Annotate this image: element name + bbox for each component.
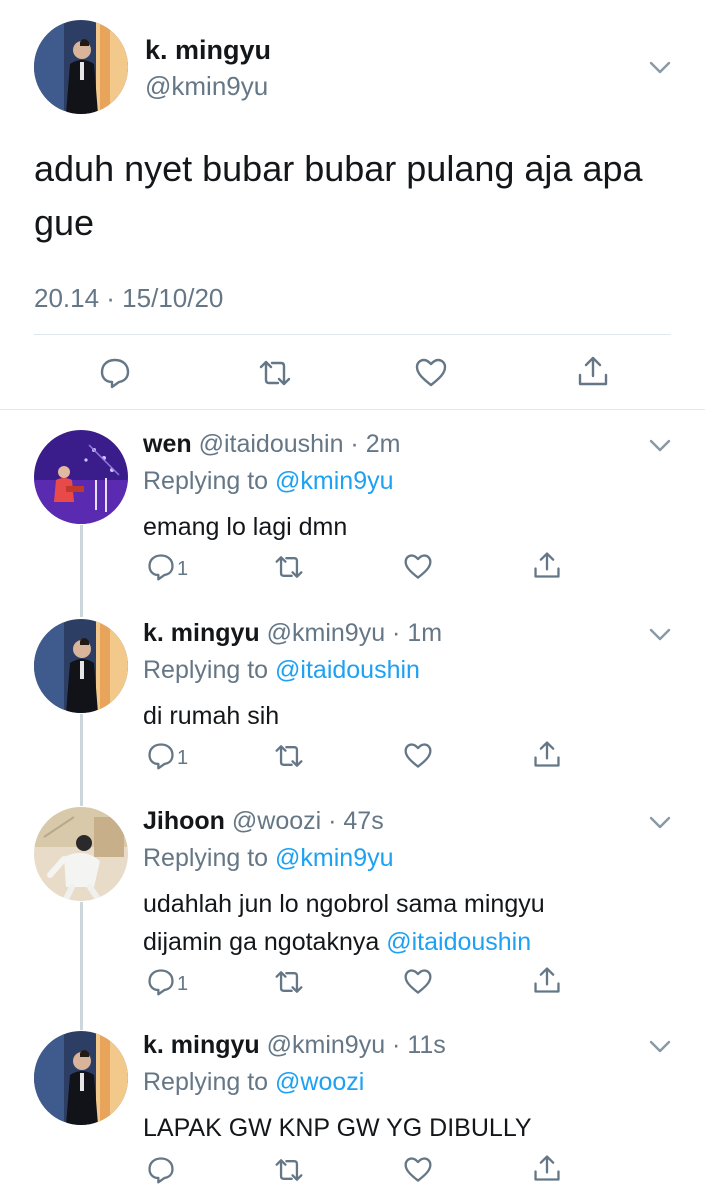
retweet-icon[interactable] (274, 1155, 304, 1185)
main-tweet: k. mingyu @kmin9yu aduh nyet bubar bubar… (0, 0, 705, 410)
tweet-text-body: emang lo lagi dmn (143, 513, 348, 541)
tweet-text: udahlah jun lo ngobrol sama mingyu dijam… (143, 885, 613, 961)
tweet-text: di rumah sih (143, 697, 663, 735)
tweet-thread-page: k. mingyu @kmin9yu aduh nyet bubar bubar… (0, 0, 705, 1200)
author-name[interactable]: Jihoon (143, 807, 225, 835)
share-icon[interactable] (532, 739, 562, 769)
replying-to: Replying to @kmin9yu (143, 467, 394, 496)
replying-to: Replying to @itaidoushin (143, 656, 420, 685)
author-name[interactable]: k. mingyu (145, 35, 271, 66)
replying-to-label: Replying to (143, 1068, 269, 1096)
mention-link[interactable]: @woozi (275, 1068, 364, 1096)
chevron-down-icon[interactable] (648, 815, 672, 831)
retweet-icon[interactable] (258, 356, 292, 390)
replying-to-label: Replying to (143, 467, 269, 495)
reply-tweet: wen @itaidoushin · 2m Replying to @kmin9… (0, 430, 705, 600)
author-meta[interactable]: @kmin9yu · 11s (267, 1031, 446, 1059)
reply-count: 1 (177, 558, 189, 580)
reply-icon[interactable] (146, 967, 176, 997)
like-icon[interactable] (403, 967, 433, 997)
tweet-text: aduh nyet bubar bubar pulang aja apa gue (34, 148, 643, 243)
reply-header: wen @itaidoushin · 2m (143, 430, 400, 459)
retweet-icon[interactable] (274, 552, 304, 582)
tweet-actions: 1 (0, 552, 705, 586)
tweet-text-body: LAPAK GW KNP GW YG DIBULLY (143, 1114, 532, 1142)
reply-icon[interactable] (146, 552, 176, 582)
chevron-down-icon[interactable] (648, 1039, 672, 1055)
reply-tweet: Jihoon @woozi · 47s Replying to @kmin9yu… (0, 807, 705, 1017)
like-icon[interactable] (403, 1155, 433, 1185)
reply-icon[interactable] (98, 356, 132, 390)
mention-link[interactable]: @kmin9yu (275, 844, 393, 872)
avatar[interactable] (34, 1031, 128, 1125)
like-icon[interactable] (403, 552, 433, 582)
replying-to-label: Replying to (143, 656, 269, 684)
tweet-text: LAPAK GW KNP GW YG DIBULLY (143, 1109, 663, 1147)
reply-count: 1 (177, 973, 189, 995)
tweet-text-body: di rumah sih (143, 702, 280, 730)
tweet-timestamp[interactable]: 20.14 · 15/10/20 (34, 283, 223, 314)
share-icon[interactable] (576, 354, 610, 388)
divider (34, 334, 671, 335)
share-icon[interactable] (532, 550, 562, 580)
author-meta[interactable]: @itaidoushin · 2m (199, 430, 401, 458)
like-icon[interactable] (414, 356, 448, 390)
chevron-down-icon[interactable] (648, 627, 672, 643)
reply-icon[interactable] (146, 1155, 176, 1185)
reply-icon[interactable] (146, 741, 176, 771)
reply-tweet: k. mingyu @kmin9yu · 11s Replying to @wo… (0, 1031, 705, 1200)
author-name[interactable]: k. mingyu (143, 1031, 260, 1059)
reply-header: k. mingyu @kmin9yu · 11s (143, 1031, 446, 1060)
reply-header: k. mingyu @kmin9yu · 1m (143, 619, 442, 648)
author-name[interactable]: wen (143, 430, 192, 458)
reply-count: 1 (177, 747, 189, 769)
mention-link[interactable]: @itaidoushin (275, 656, 420, 684)
share-icon[interactable] (532, 1153, 562, 1183)
replying-to-label: Replying to (143, 844, 269, 872)
tweet-actions: 1 (0, 967, 705, 1001)
chevron-down-icon[interactable] (648, 438, 672, 454)
share-icon[interactable] (532, 965, 562, 995)
chevron-down-icon[interactable] (648, 60, 672, 76)
author-meta[interactable]: @woozi · 47s (232, 807, 384, 835)
avatar[interactable] (34, 430, 128, 524)
replying-to: Replying to @woozi (143, 1068, 364, 1097)
author-meta[interactable]: @kmin9yu · 1m (267, 619, 442, 647)
avatar[interactable] (34, 20, 128, 114)
author-name[interactable]: k. mingyu (143, 619, 260, 647)
replying-to: Replying to @kmin9yu (143, 844, 394, 873)
like-icon[interactable] (403, 741, 433, 771)
retweet-icon[interactable] (274, 741, 304, 771)
tweet-actions: 1 (0, 741, 705, 775)
tweet-actions (0, 1155, 705, 1189)
reply-tweet: k. mingyu @kmin9yu · 1m Replying to @ita… (0, 619, 705, 789)
mention-link[interactable]: @itaidoushin (386, 928, 531, 956)
reply-header: Jihoon @woozi · 47s (143, 807, 384, 836)
divider (0, 409, 705, 410)
avatar[interactable] (34, 619, 128, 713)
tweet-actions (0, 350, 705, 396)
tweet-text: emang lo lagi dmn (143, 508, 663, 546)
avatar[interactable] (34, 807, 128, 901)
retweet-icon[interactable] (274, 967, 304, 997)
mention-link[interactable]: @kmin9yu (275, 467, 393, 495)
author-handle[interactable]: @kmin9yu (145, 71, 268, 102)
